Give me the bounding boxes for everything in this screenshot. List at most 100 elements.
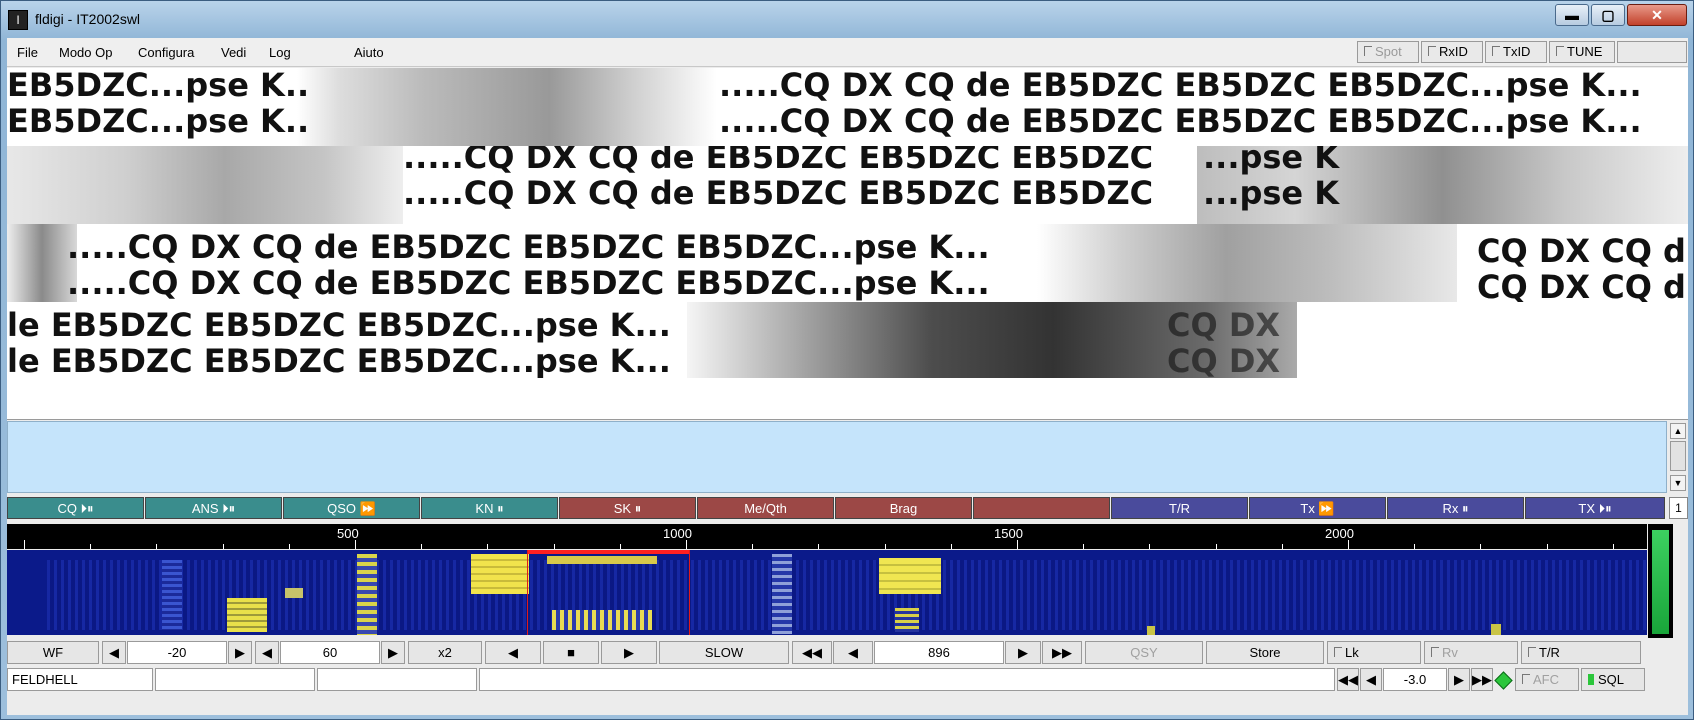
frequency-field[interactable]: 896 xyxy=(874,641,1004,664)
macro-qso-button[interactable]: QSO ⏩ xyxy=(283,497,420,519)
tune-toggle[interactable]: TUNE xyxy=(1549,41,1615,63)
fldigi-app-icon[interactable]: I xyxy=(8,10,28,30)
menu-configure[interactable]: Configura xyxy=(138,45,194,60)
freq-fast-up-icon[interactable]: ▶▶ xyxy=(1042,641,1082,664)
hell-text: CQ DX xyxy=(1167,306,1281,344)
waterfall-signal xyxy=(471,554,529,594)
macro-rx-button[interactable]: Rx ⏸ xyxy=(1387,497,1524,519)
offset-fast-down-icon[interactable]: ◀◀ xyxy=(1337,668,1359,691)
sql-label: SQL xyxy=(1598,672,1625,687)
macro-tr-button[interactable]: T/R xyxy=(1111,497,1248,519)
offset-fast-up-icon[interactable]: ▶▶ xyxy=(1471,668,1493,691)
stop-icon[interactable]: ■ xyxy=(543,641,599,664)
transmit-text-panel[interactable] xyxy=(7,421,1667,493)
wf-mode-button[interactable]: WF xyxy=(7,641,99,664)
maximize-button[interactable]: ▢ xyxy=(1591,4,1625,26)
hell-row: le EB5DZC EB5DZC EB5DZC...pse K... le EB… xyxy=(7,302,1688,378)
range-field[interactable]: 60 xyxy=(280,641,380,664)
reflevel-down-icon[interactable]: ◀ xyxy=(102,641,126,664)
macro-tx-button[interactable]: Tx ⏩ xyxy=(1249,497,1386,519)
offset-down-icon[interactable]: ◀ xyxy=(1360,668,1382,691)
macro-sk-button[interactable]: SK ⏸ xyxy=(559,497,696,519)
macro-brag-button[interactable]: Brag xyxy=(835,497,972,519)
macro-txstop-button[interactable]: TX ⏵⏸ xyxy=(1525,497,1665,519)
toolbar-spare xyxy=(1617,41,1687,63)
status-message xyxy=(479,668,1335,691)
title-bar[interactable]: I fldigi - IT2002swl ▬ ▢ ✕ xyxy=(1,1,1693,37)
tx-scrollbar[interactable]: ▲ ▼ xyxy=(1668,421,1688,493)
menu-bar: File Modo Op Configura Vedi Log Aiuto Sp… xyxy=(7,38,1688,67)
menu-file[interactable]: File xyxy=(17,45,38,60)
lock-toggle[interactable]: Lk xyxy=(1327,641,1421,664)
freq-up-icon[interactable]: ▶ xyxy=(1005,641,1041,664)
noise-band xyxy=(7,146,403,224)
zoom-button[interactable]: x2 xyxy=(408,641,482,664)
macro-empty-button[interactable] xyxy=(973,497,1110,519)
freq-fast-down-icon[interactable]: ◀◀ xyxy=(792,641,832,664)
qsy-button[interactable]: QSY xyxy=(1085,641,1203,664)
afc-toggle[interactable]: AFC xyxy=(1515,668,1579,691)
waterfall-signal xyxy=(547,556,657,564)
scroll-up-icon[interactable]: ▲ xyxy=(1670,423,1686,439)
scale-tick xyxy=(752,544,754,549)
txid-label: TxID xyxy=(1503,44,1531,59)
status-field xyxy=(317,668,477,691)
offset-field[interactable]: -3.0 xyxy=(1383,668,1447,691)
lock-label: Lk xyxy=(1345,645,1359,660)
txid-toggle[interactable]: TxID xyxy=(1485,41,1547,63)
macro-ans-button[interactable]: ANS ⏵⏸ xyxy=(145,497,282,519)
close-button[interactable]: ✕ xyxy=(1627,4,1687,26)
reverse-toggle[interactable]: Rv xyxy=(1424,641,1518,664)
scale-tick xyxy=(1149,544,1151,549)
offset-up-icon[interactable]: ▶ xyxy=(1448,668,1470,691)
macro-bar: CQ ⏵⏸ ANS ⏵⏸ QSO ⏩ KN ⏸ SK ⏸ Me/Qth Brag… xyxy=(7,497,1688,521)
reflevel-up-icon[interactable]: ▶ xyxy=(228,641,252,664)
scale-tick xyxy=(90,544,92,549)
waterfall-display[interactable] xyxy=(7,550,1647,635)
scroll-thumb[interactable] xyxy=(1670,441,1686,471)
reflevel-field[interactable]: -20 xyxy=(127,641,227,664)
menu-log[interactable]: Log xyxy=(269,45,291,60)
scale-tick xyxy=(1480,544,1482,549)
tuning-cursor-bandwidth[interactable] xyxy=(527,550,689,554)
checkbox-icon xyxy=(1522,674,1530,684)
store-button[interactable]: Store xyxy=(1206,641,1324,664)
menu-view[interactable]: Vedi xyxy=(221,45,246,60)
waterfall-signal xyxy=(1491,624,1501,635)
menu-help[interactable]: Aiuto xyxy=(354,45,384,60)
sql-toggle[interactable]: SQL xyxy=(1581,668,1645,691)
scroll-right-icon[interactable]: ▶ xyxy=(601,641,657,664)
macro-kn-button[interactable]: KN ⏸ xyxy=(421,497,558,519)
receive-text-panel[interactable]: EB5DZC...pse K... EB5DZC...pse K... ....… xyxy=(7,68,1688,420)
tr-label: T/R xyxy=(1539,645,1560,660)
rxid-toggle[interactable]: RxID xyxy=(1421,41,1483,63)
frequency-scale[interactable]: 500 1000 1500 2000 xyxy=(7,524,1647,549)
macro-page-indicator[interactable]: 1 xyxy=(1669,497,1688,519)
range-up-icon[interactable]: ▶ xyxy=(381,641,405,664)
menu-op-mode[interactable]: Modo Op xyxy=(59,45,112,60)
scroll-down-icon[interactable]: ▼ xyxy=(1670,475,1686,491)
scale-label-1000: 1000 xyxy=(663,526,692,541)
spot-toggle[interactable]: Spot xyxy=(1357,41,1419,63)
scroll-left-icon[interactable]: ◀ xyxy=(485,641,541,664)
freq-down-icon[interactable]: ◀ xyxy=(833,641,873,664)
range-down-icon[interactable]: ◀ xyxy=(255,641,279,664)
speed-button[interactable]: SLOW xyxy=(659,641,789,664)
waterfall-controls: WF ◀ -20 ▶ ◀ 60 ▶ x2 ◀ ■ ▶ SLOW ◀◀ ◀ 896… xyxy=(7,641,1688,665)
tr-toggle[interactable]: T/R xyxy=(1521,641,1641,664)
scale-tick xyxy=(884,544,886,549)
macro-cq-button[interactable]: CQ ⏵⏸ xyxy=(7,497,144,519)
diamond-indicator-icon xyxy=(1494,671,1513,690)
scale-tick xyxy=(1612,544,1614,549)
hell-segment: ...pse K ...pse K xyxy=(1203,146,1343,224)
afc-label: AFC xyxy=(1533,672,1559,687)
waterfall-signal xyxy=(895,608,919,632)
hell-text: .....CQ DX CQ de EB5DZC EB5DZC EB5DZC...… xyxy=(719,68,1642,104)
tuning-cursor-left xyxy=(527,550,528,635)
mode-indicator[interactable]: FELDHELL xyxy=(7,668,153,691)
hell-segment: le EB5DZC EB5DZC EB5DZC...pse K... le EB… xyxy=(7,302,707,378)
hell-row: EB5DZC...pse K... EB5DZC...pse K... ....… xyxy=(7,68,1688,146)
macro-meqth-button[interactable]: Me/Qth xyxy=(697,497,834,519)
minimize-button[interactable]: ▬ xyxy=(1555,4,1589,26)
scale-tick xyxy=(1546,544,1548,549)
